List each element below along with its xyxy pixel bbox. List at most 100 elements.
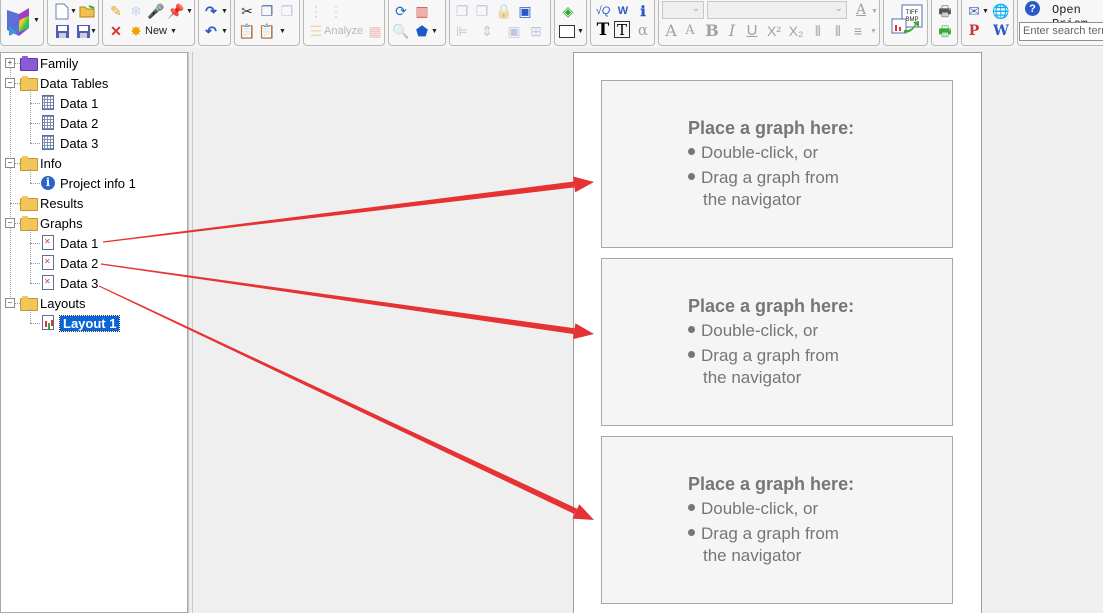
new-document-icon[interactable] [53,2,71,20]
tree-item-label: Layouts [40,295,86,311]
save-dropdown[interactable]: ▼ [90,28,97,35]
insert-object-icon[interactable]: ◈ [559,2,577,20]
prism-menu-dropdown[interactable]: ▼ [33,17,40,24]
tree-connector [30,243,40,244]
redo-icon[interactable]: ↷ [202,2,220,20]
copy-icon[interactable]: ❐ [258,2,276,20]
rectangle-icon[interactable] [559,25,575,38]
tree-item-data-3[interactable]: Data 3 [40,134,98,152]
navigator-splitter[interactable] [188,52,193,613]
rotate-right-icon: ⫴ [835,23,841,39]
tree-item-label: Data Tables [40,75,109,91]
prism-menu-group: ▼ [0,0,44,46]
info-add-icon[interactable]: ℹ [634,2,652,20]
tree-connector [30,229,31,283]
graph-placeholder-3[interactable]: Place a graph here: Double-click, or Dra… [601,436,953,604]
new-dropdown[interactable]: ▼ [170,28,177,35]
search-input[interactable]: Enter search terms [1019,22,1103,41]
collapse-icon[interactable]: − [5,218,15,228]
collapse-icon[interactable]: − [5,158,15,168]
font-color-dropdown: ▼ [871,8,878,15]
tree-item-data-1[interactable]: Data 1 [40,94,98,112]
paste-icon[interactable]: 📋 [238,22,256,40]
toolbar: ▼ ▼ ▼ ✎ ❄ 🎤 📌 ▼ ✕ ✸ New ▼ ↷ ▼ ↶ ▼ ✂ ❐ ❐ … [0,0,1103,48]
format-group: ⌄ ⌄ A ▼ A A B I U X² X₂ ⫴ ⫴ ≡ ▼ [658,0,880,46]
tree-item-info[interactable]: Info [20,154,62,172]
shape-dropdown[interactable]: ▼ [431,28,438,35]
clipboard-group: ✂ ❐ ❐ 📋 📋 ▼ [234,0,300,46]
delete-icon[interactable]: ✕ [107,22,125,40]
email-dropdown[interactable]: ▼ [982,8,989,15]
tree-item-data-1[interactable]: Data 1 [40,234,98,252]
tree-connector [30,263,40,264]
new-star-icon[interactable]: ✸ [127,22,145,40]
undo-dropdown[interactable]: ▼ [221,28,228,35]
graph-placeholder-1[interactable]: Place a graph here: Double-click, or Dra… [601,80,953,248]
tree-connector [30,103,40,104]
expand-icon[interactable]: + [5,58,15,68]
export-tiff-bmp-icon[interactable]: TIFF BMP [890,3,924,39]
text-box-icon[interactable]: T [614,21,630,39]
refresh-graph-icon[interactable]: ⟳ [392,2,410,20]
tree-item-project-info-1[interactable]: i Project info 1 [40,174,136,192]
placeholder-bullet-2-continued: the navigator [703,546,802,565]
tree-item-label: Graphs [40,215,83,231]
print-preview-icon[interactable]: 🖶 [936,22,954,40]
cut-icon[interactable]: ✂ [238,2,256,20]
page-icon[interactable]: ▣ [516,2,534,20]
graph-placeholder-2[interactable]: Place a graph here: Double-click, or Dra… [601,258,953,426]
share-group: ✉ ▼ 🌐 P W [961,0,1014,46]
rectangle-dropdown[interactable]: ▼ [577,28,584,35]
web-icon[interactable]: 🌐 [992,2,1010,20]
prism-logo-icon[interactable] [5,6,29,36]
word-export-icon[interactable]: W [992,22,1010,40]
print-icon[interactable]: 🖶 [936,2,954,20]
paste-dropdown[interactable]: ▼ [279,28,286,35]
bullet-text: Double-click, or [701,499,819,518]
open-folder-icon[interactable] [78,2,96,20]
powerpoint-icon[interactable]: P [965,22,983,40]
save-icon[interactable] [53,22,71,40]
bullet-icon [688,351,695,359]
placeholder-bullet-2-continued: the navigator [703,368,802,387]
superscript-icon: X² [767,23,781,39]
shape-icon[interactable]: ⬟ [413,22,431,40]
tree-connector [15,223,20,224]
tree-connector [30,89,31,143]
text-icon[interactable]: T [594,21,612,39]
graph-icon [40,255,56,271]
tree-item-data-2[interactable]: Data 2 [40,114,98,132]
tree-root-line [10,68,11,303]
graph-icon[interactable]: ▥ [413,2,431,20]
insert-equation-icon[interactable]: √Q [594,2,612,20]
svg-text:TIFF: TIFF [906,10,919,16]
new-button[interactable]: New [145,25,167,37]
pin-icon[interactable]: 📌 [167,2,185,20]
tree-item-data-tables[interactable]: Data Tables [20,74,108,92]
microphone-icon[interactable]: 🎤 [147,2,165,20]
italic-icon: I [728,21,736,40]
tree-item-layout-1[interactable]: Layout 1 [40,314,121,332]
tree-connector [30,283,40,284]
email-icon[interactable]: ✉ [965,2,983,20]
analyze-table-icon: ▦ [368,23,382,39]
tree-item-data-3[interactable]: Data 3 [40,274,98,292]
tree-item-data-2[interactable]: Data 2 [40,254,98,272]
new-document-dropdown[interactable]: ▼ [70,8,77,15]
undo-icon[interactable]: ↶ [202,22,220,40]
tree-item-family[interactable]: Family [20,54,78,72]
word-icon[interactable]: W [614,2,632,20]
paste-special-icon[interactable]: 📋 [258,22,276,40]
redo-dropdown[interactable]: ▼ [221,8,228,15]
insert-group: √Q W ℹ T T α [590,0,655,46]
tree-connector [15,163,20,164]
tree-connector [30,143,40,144]
tree-connector [30,183,40,184]
pencil-icon[interactable]: ✎ [107,2,125,20]
collapse-icon[interactable]: − [5,78,15,88]
pin-dropdown[interactable]: ▼ [186,8,193,15]
tree-item-results[interactable]: Results [20,194,83,212]
help-icon[interactable]: ? [1025,1,1040,16]
collapse-icon[interactable]: − [5,298,15,308]
size-icon: ⊞ [530,23,542,39]
